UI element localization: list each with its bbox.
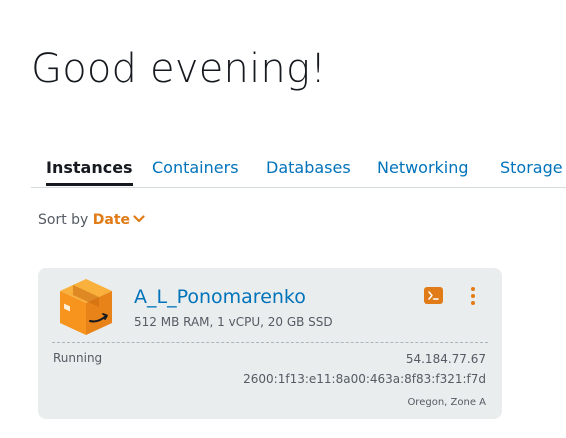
connect-button[interactable] <box>424 287 443 304</box>
sort-dropdown[interactable]: Date <box>93 212 145 228</box>
amazon-box-icon <box>58 277 114 341</box>
sort-label: Sort by <box>38 212 89 228</box>
sort-control: Sort by Date <box>38 212 145 228</box>
sort-value: Date <box>92 212 131 228</box>
instance-card: A_L_Ponomarenko 512 MB RAM, 1 vCPU, 20 G… <box>38 268 502 419</box>
terminal-icon <box>428 291 439 300</box>
kebab-menu-icon <box>471 287 475 291</box>
region-zone: Oregon, Zone A <box>407 397 486 408</box>
card-divider <box>52 342 488 343</box>
instance-menu-button[interactable] <box>468 287 478 307</box>
tab-networking[interactable]: Networking <box>377 158 469 177</box>
resource-tabs: Instances Containers Databases Networkin… <box>31 154 566 188</box>
tab-containers[interactable]: Containers <box>152 158 239 177</box>
tab-storage[interactable]: Storage <box>500 158 563 177</box>
instance-name-link[interactable]: A_L_Ponomarenko <box>134 286 306 308</box>
status-text: Running <box>53 351 103 365</box>
instance-spec: 512 MB RAM, 1 vCPU, 20 GB SSD <box>134 315 333 329</box>
kebab-menu-icon <box>471 294 475 298</box>
ipv4-address: 54.184.77.67 <box>405 352 486 366</box>
chevron-down-icon <box>133 215 145 223</box>
page-title: Good evening! <box>31 46 327 92</box>
kebab-menu-icon <box>471 301 475 305</box>
lightsail-home: Good evening! Instances Containers Datab… <box>0 0 566 438</box>
ipv6-address: 2600:1f13:e11:8a00:463a:8f83:f321:f7d <box>243 372 486 386</box>
tab-instances[interactable]: Instances <box>46 158 133 186</box>
tab-databases[interactable]: Databases <box>266 158 351 177</box>
